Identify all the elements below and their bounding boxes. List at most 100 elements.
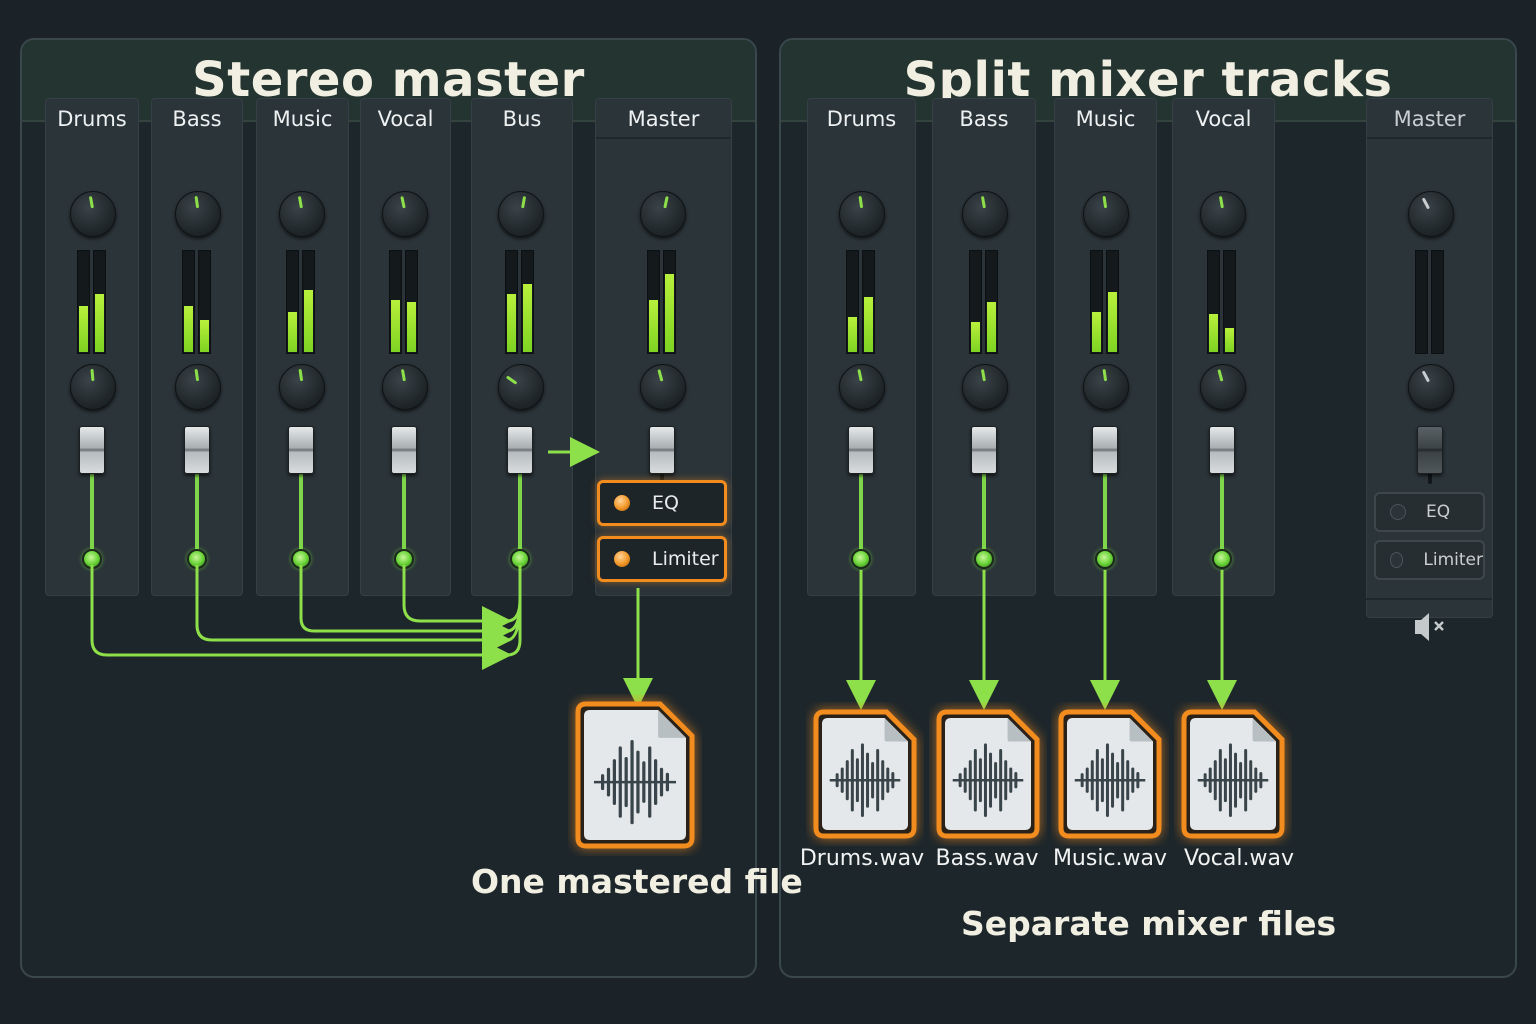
meter-level: [304, 290, 313, 352]
plugin-bypassed-led: [1390, 552, 1404, 568]
meter-level: [649, 300, 658, 352]
send-knob[interactable]: [279, 364, 325, 410]
output-node[interactable]: [851, 549, 871, 569]
knob-indicator: [1102, 195, 1108, 209]
knob-indicator: [1102, 368, 1108, 382]
volume-fader[interactable]: [507, 426, 533, 474]
output-node[interactable]: [510, 549, 530, 569]
pan-knob[interactable]: [382, 191, 428, 237]
output-node[interactable]: [82, 549, 102, 569]
level-meter: [198, 250, 211, 354]
send-knob[interactable]: [1408, 364, 1454, 410]
pan-knob[interactable]: [279, 191, 325, 237]
knob-indicator: [194, 368, 200, 382]
split-tracks-caption: Separate mixer files: [961, 904, 1337, 943]
output-node[interactable]: [291, 549, 311, 569]
send-knob[interactable]: [1083, 364, 1129, 410]
eq-plugin-slot[interactable]: EQ: [1374, 492, 1485, 532]
send-knob[interactable]: [1200, 364, 1246, 410]
output-node[interactable]: [187, 549, 207, 569]
meter-level: [407, 302, 416, 352]
fader-track: [859, 470, 863, 560]
volume-fader[interactable]: [184, 426, 210, 474]
knob-indicator: [1217, 369, 1224, 382]
bass-file-icon[interactable]: [929, 702, 1047, 846]
fader-track: [1220, 470, 1224, 560]
channel-label: Vocal: [1195, 107, 1252, 131]
channel-label: Drums: [826, 107, 897, 131]
pan-knob[interactable]: [1200, 191, 1246, 237]
meter-level: [95, 294, 104, 352]
master-mute-button[interactable]: [1366, 598, 1492, 656]
level-meter: [521, 250, 534, 354]
channel-label: Music: [1075, 107, 1136, 131]
pan-knob[interactable]: [1083, 191, 1129, 237]
volume-fader[interactable]: [649, 426, 675, 474]
meter-level: [200, 320, 209, 352]
send-knob[interactable]: [962, 364, 1008, 410]
level-meter: [505, 250, 518, 354]
volume-fader[interactable]: [288, 426, 314, 474]
pan-knob[interactable]: [640, 191, 686, 237]
send-knob[interactable]: [640, 364, 686, 410]
knob-indicator: [1421, 370, 1431, 383]
channel-label: Master: [596, 99, 731, 139]
fader-track: [518, 470, 522, 560]
level-meter: [1090, 250, 1103, 354]
meter-level: [391, 300, 400, 352]
music-file-icon[interactable]: [1051, 702, 1169, 846]
meter-level: [987, 302, 996, 352]
drums-file-icon[interactable]: [806, 702, 924, 846]
plugin-active-led: [614, 495, 630, 511]
plugin-active-led: [614, 551, 630, 567]
send-knob[interactable]: [498, 364, 544, 410]
volume-fader[interactable]: [1209, 426, 1235, 474]
level-meter: [93, 250, 106, 354]
fader-track: [90, 470, 94, 560]
eq-plugin-slot[interactable]: EQ: [597, 480, 727, 526]
pan-knob[interactable]: [962, 191, 1008, 237]
pan-knob[interactable]: [70, 191, 116, 237]
level-meter: [663, 250, 676, 354]
output-node[interactable]: [1212, 549, 1232, 569]
channel-label: Bass: [172, 107, 222, 131]
send-knob[interactable]: [382, 364, 428, 410]
knob-indicator: [88, 196, 94, 209]
fader-track: [195, 470, 199, 560]
send-knob[interactable]: [839, 364, 885, 410]
volume-fader[interactable]: [391, 426, 417, 474]
knob-indicator: [1421, 197, 1431, 210]
volume-fader[interactable]: [1417, 426, 1443, 474]
pan-knob[interactable]: [839, 191, 885, 237]
pan-knob[interactable]: [175, 191, 221, 237]
meter-level: [665, 274, 674, 352]
mastered-file-icon[interactable]: [568, 694, 702, 856]
level-meter: [405, 250, 418, 354]
meter-level: [848, 317, 857, 352]
volume-fader[interactable]: [1092, 426, 1118, 474]
output-node[interactable]: [394, 549, 414, 569]
level-meter: [1223, 250, 1236, 354]
volume-fader[interactable]: [971, 426, 997, 474]
file-name-bass: Bass.wav: [935, 846, 1039, 871]
vocal-file-icon[interactable]: [1174, 702, 1292, 846]
channel-label: Master: [1367, 99, 1492, 139]
volume-fader[interactable]: [79, 426, 105, 474]
plugin-bypassed-led: [1390, 504, 1406, 520]
pan-knob[interactable]: [498, 191, 544, 237]
output-node[interactable]: [1095, 549, 1115, 569]
meter-level: [864, 297, 873, 352]
send-knob[interactable]: [175, 364, 221, 410]
knob-indicator: [858, 195, 864, 209]
plugin-label: Limiter: [652, 548, 719, 570]
level-meter: [182, 250, 195, 354]
volume-fader[interactable]: [848, 426, 874, 474]
knob-indicator: [400, 369, 406, 382]
output-node[interactable]: [974, 549, 994, 569]
limiter-plugin-slot[interactable]: Limiter: [597, 536, 727, 582]
limiter-plugin-slot[interactable]: Limiter: [1374, 540, 1485, 580]
plugin-label: EQ: [1426, 502, 1451, 522]
file-name-vocal: Vocal.wav: [1184, 846, 1294, 871]
pan-knob[interactable]: [1408, 191, 1454, 237]
send-knob[interactable]: [70, 364, 116, 410]
